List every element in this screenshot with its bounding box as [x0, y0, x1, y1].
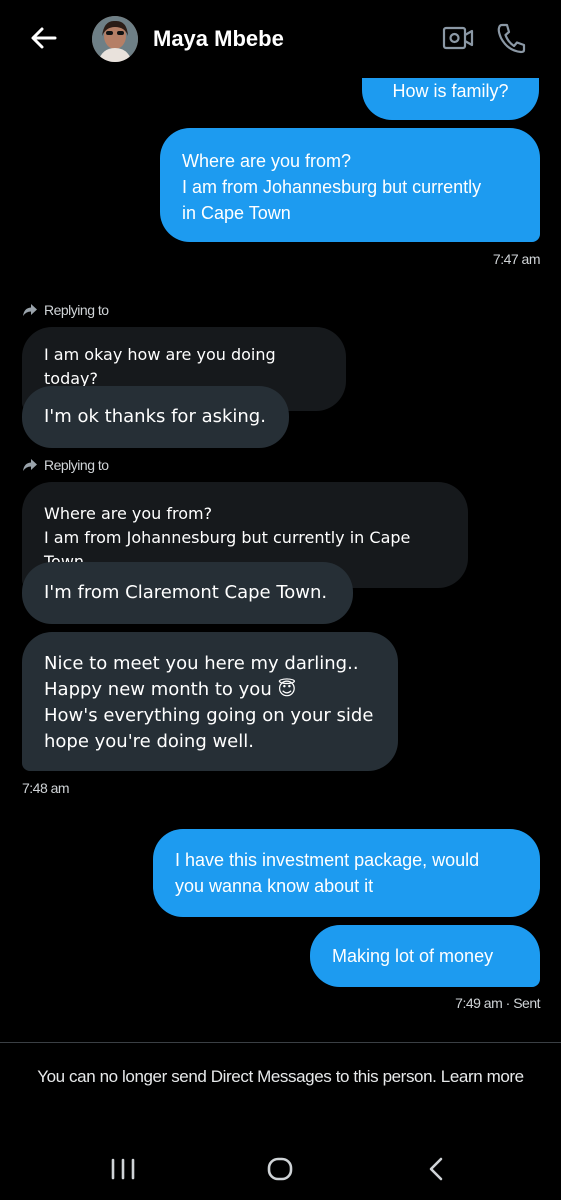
- message-bubble-outgoing[interactable]: I have this investment package, would yo…: [153, 829, 540, 917]
- replying-to-indicator: Replying to: [22, 455, 109, 475]
- message-bubble-incoming[interactable]: Nice to meet you here my darling.. Happy…: [22, 632, 398, 771]
- phone-icon: [497, 23, 526, 54]
- recent-apps-button[interactable]: [108, 1156, 138, 1182]
- video-call-button[interactable]: [442, 24, 474, 52]
- message-timestamp: 7:49 am · Sent: [455, 995, 540, 1011]
- dm-restricted-notice: You can no longer send Direct Messages t…: [30, 1064, 531, 1090]
- arrow-left-icon: [31, 27, 57, 49]
- message-timestamp: 7:48 am: [22, 780, 70, 796]
- message-bubble-incoming[interactable]: I'm ok thanks for asking.: [22, 386, 289, 448]
- learn-more-link[interactable]: more: [487, 1067, 525, 1086]
- message-bubble-outgoing[interactable]: Making lot of money: [310, 925, 540, 987]
- avatar[interactable]: [92, 16, 138, 62]
- replying-to-indicator: Replying to: [22, 300, 109, 320]
- back-button[interactable]: [28, 22, 60, 54]
- recent-apps-icon: [111, 1158, 135, 1180]
- replying-to-label: Replying to: [44, 457, 109, 473]
- home-button[interactable]: [265, 1156, 295, 1182]
- reply-arrow-icon: [23, 459, 37, 471]
- phone-call-button[interactable]: [496, 22, 526, 54]
- system-navigation-bar: [0, 1136, 561, 1200]
- chat-header: Maya Mbebe: [0, 0, 561, 78]
- replying-to-label: Replying to: [44, 302, 109, 318]
- video-call-icon: [442, 26, 474, 50]
- nav-back-icon: [429, 1157, 443, 1181]
- home-icon: [267, 1157, 293, 1181]
- message-bubble-incoming[interactable]: I'm from Claremont Cape Town.: [22, 562, 353, 624]
- avatar-image: [92, 16, 138, 62]
- reply-arrow-icon: [23, 304, 37, 316]
- notice-text: You can no longer send Direct Messages t…: [37, 1067, 483, 1086]
- nav-back-button[interactable]: [422, 1156, 452, 1182]
- message-bubble-outgoing[interactable]: Where are you from? I am from Johannesbu…: [160, 128, 540, 242]
- message-timestamp: 7:47 am: [492, 251, 541, 267]
- divider: [0, 1042, 561, 1043]
- contact-name[interactable]: Maya Mbebe: [153, 24, 284, 54]
